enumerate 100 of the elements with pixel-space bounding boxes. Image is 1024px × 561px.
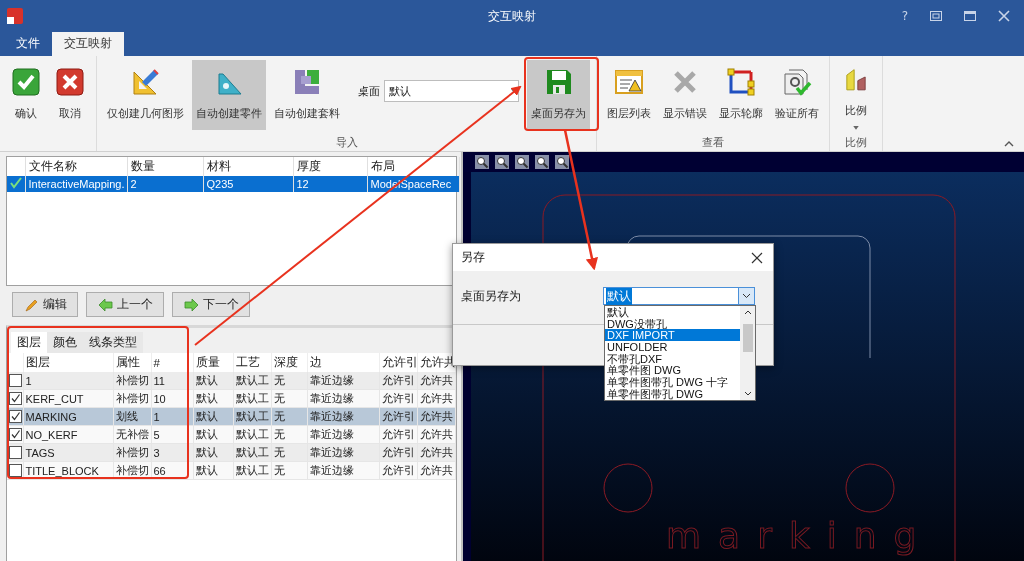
ribbon-button[interactable]: 仅创建几何图形 <box>103 60 188 130</box>
scroll-down-icon[interactable] <box>743 391 752 396</box>
nav-button[interactable]: 下一个 <box>172 292 250 317</box>
table-cell: 10 <box>151 389 193 408</box>
scroll-up-icon[interactable] <box>743 310 752 315</box>
table-cell: 默认 <box>193 372 233 390</box>
table-cell: 5 <box>151 425 193 444</box>
table-cell: 靠近边缘 <box>307 389 379 408</box>
table-cell: Q235 <box>203 176 293 192</box>
menu-tab[interactable]: 交互映射 <box>52 30 124 56</box>
dropdown-option[interactable]: 不带孔DXF <box>605 352 740 365</box>
zoom-icon[interactable] <box>495 155 509 169</box>
table-cell: 默认 <box>193 407 233 426</box>
help-button[interactable]: ? <box>895 7 914 25</box>
dropdown-option[interactable]: 单零件图带孔 DWG 十字 <box>605 376 740 388</box>
table-cell: 划线 <box>113 407 151 426</box>
dropdown-option[interactable]: 默认 <box>605 306 740 318</box>
table-cell: 允许共 <box>417 443 455 462</box>
zoom-icon[interactable] <box>515 155 529 169</box>
table-cell: 默认 <box>193 461 233 480</box>
nav-button[interactable]: 上一个 <box>86 292 164 317</box>
checkbox[interactable] <box>9 410 22 423</box>
panel-tab[interactable]: 颜色 <box>47 332 83 353</box>
right-arrow-icon <box>183 296 199 313</box>
ribbon-button[interactable]: 图层列表 <box>603 60 655 130</box>
table-cell: 1 <box>23 372 113 390</box>
checkbox[interactable] <box>9 464 22 477</box>
scrollbar-thumb[interactable] <box>742 324 753 352</box>
ribbon-button[interactable]: 验证所有 <box>771 60 823 130</box>
checkbox[interactable] <box>9 374 22 387</box>
ribbon-button[interactable]: 显示轮廓 <box>715 60 767 130</box>
app-logo-icon <box>6 7 24 25</box>
refresh-icon[interactable] <box>555 155 569 169</box>
table-cell: 补偿切 <box>113 461 151 480</box>
ribbon-button[interactable]: 取消 <box>50 60 90 130</box>
table-cell: InteractiveMapping. <box>25 176 127 192</box>
table-cell: 靠近边缘 <box>307 372 379 390</box>
ribbon-button[interactable]: 确认 <box>6 60 46 130</box>
table-cell: 无 <box>271 407 307 426</box>
table-cell: 默认 <box>193 389 233 408</box>
group-label: 导入 <box>334 135 359 151</box>
dropdown-option[interactable]: 单零件图带孔 DWG <box>605 387 740 400</box>
table-cell: 默认 <box>193 425 233 444</box>
dropdown-option[interactable]: DWG没带孔 <box>605 317 740 330</box>
menu-tab[interactable]: 文件 <box>4 30 52 56</box>
table-cell: 允许引 <box>379 461 417 480</box>
table-cell: 允许引 <box>379 372 417 390</box>
outline-square-icon <box>725 66 757 98</box>
ribbon-button[interactable]: 显示错误 <box>659 60 711 130</box>
table-cell: 12 <box>293 176 367 192</box>
zoom-icon[interactable] <box>535 155 549 169</box>
table-cell: 补偿切 <box>113 443 151 462</box>
dropdown-option[interactable]: DXF IMPORT <box>605 329 740 342</box>
collapse-icon[interactable] <box>1004 141 1014 147</box>
save-as-dropdown[interactable]: 默认 <box>603 287 755 305</box>
nav-button[interactable]: 编辑 <box>12 292 78 317</box>
window-title: 交互映射 <box>488 7 536 25</box>
table-cell: 默认 <box>193 443 233 462</box>
hole-circle <box>845 463 895 513</box>
table-cell: 默认工 <box>233 443 271 462</box>
table-cell: 允许共 <box>417 372 455 390</box>
panel-tab[interactable]: 线条类型 <box>83 332 143 353</box>
table-cell: 2 <box>127 176 203 192</box>
check-icon <box>10 66 42 98</box>
marking-text: marking <box>666 515 934 556</box>
table-cell: 默认工 <box>233 425 271 444</box>
table-row[interactable]: 1 补偿切 11 默认 默认工 无 靠近边缘 允许引 允许共 <box>7 372 455 390</box>
table-cell: 允许共 <box>417 425 455 444</box>
field-label: 桌面另存为 <box>461 287 522 305</box>
table-cell: 3 <box>151 443 193 462</box>
ribbon-button[interactable]: 桌面另存为 <box>527 60 590 130</box>
table-cell: 无 <box>271 443 307 462</box>
ribbon-button[interactable]: 比例 <box>836 60 876 130</box>
ribbon-button[interactable]: 自动创建套料 <box>270 60 344 130</box>
checkbox[interactable] <box>9 446 22 459</box>
table-cell: NO_KERF <box>23 425 113 444</box>
table-cell: 允许引 <box>379 443 417 462</box>
table-cell: 允许共 <box>417 461 455 480</box>
ribbon-button[interactable]: 自动创建零件 <box>192 60 266 130</box>
table-cell: 11 <box>151 372 193 390</box>
table-cell: 66 <box>151 461 193 480</box>
table-cell: 1 <box>151 407 193 426</box>
panel-tab[interactable]: 图层 <box>11 332 47 353</box>
table-cell: 靠近边缘 <box>307 443 379 462</box>
table-cell: 默认工 <box>233 461 271 480</box>
table-cell: 靠近边缘 <box>307 461 379 480</box>
table-cell: MARKING <box>23 407 113 426</box>
group-label: 查看 <box>701 135 725 151</box>
zoom-icon[interactable] <box>475 155 489 169</box>
table-cell: 无 <box>271 389 307 408</box>
checkbox[interactable] <box>9 392 22 405</box>
checkbox[interactable] <box>9 428 22 441</box>
dropdown-option[interactable]: UNFOLDER <box>605 341 740 353</box>
table-cell: 允许引 <box>379 425 417 444</box>
desktop-dropdown[interactable]: 默认 <box>384 80 519 102</box>
table-cell: 补偿切 <box>113 389 151 408</box>
group-label: 比例 <box>844 135 868 151</box>
dropdown-option[interactable]: 单零件图 DWG <box>605 364 740 377</box>
table-cell: 允许共 <box>417 407 455 426</box>
table-cell: TITLE_BLOCK <box>23 461 113 480</box>
